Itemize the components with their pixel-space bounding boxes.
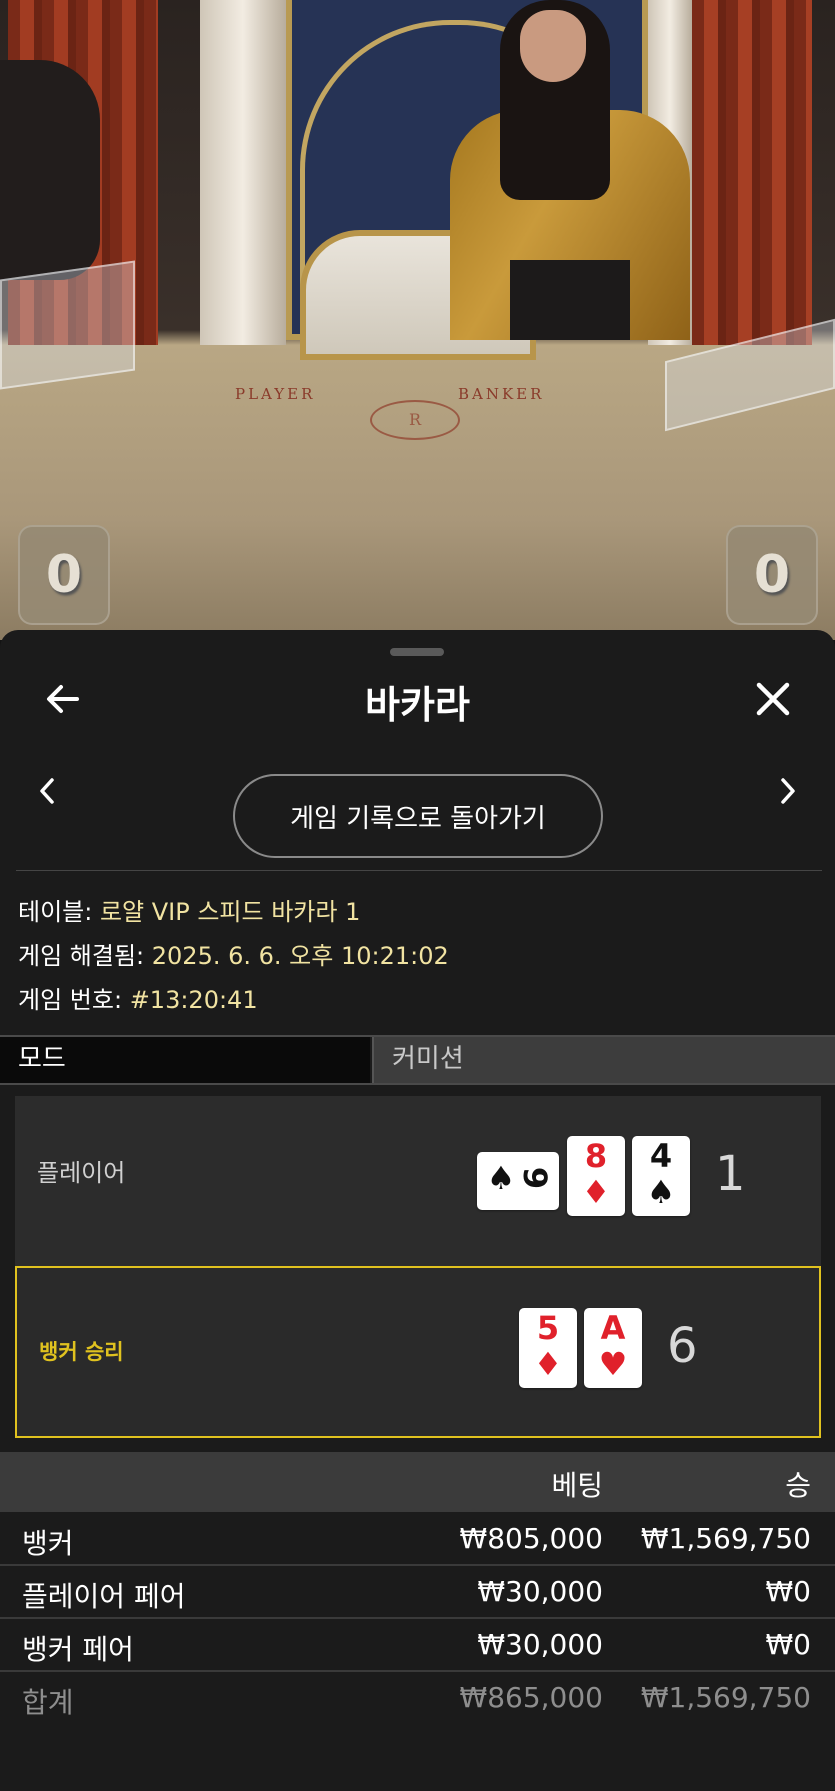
player-card-2: 8 ♦ <box>567 1136 625 1216</box>
win-column-header: 승 <box>785 1469 811 1502</box>
player-card-1-rank: 9 <box>516 1166 554 1190</box>
felt-banker-label: BANKER <box>458 385 545 403</box>
chevron-left-icon <box>37 776 57 810</box>
banker-card-1-suit: ♦ <box>533 1345 563 1383</box>
felt-player-label: PLAYER <box>235 385 316 403</box>
info-resolved-key: 게임 해결됨: <box>18 942 145 970</box>
tab-mode[interactable]: 모드 <box>0 1037 370 1083</box>
bet-amount: ₩30,000 <box>477 1575 603 1608</box>
tab-commission[interactable]: 커미션 <box>372 1037 835 1083</box>
player-card-3: 4 ♠ <box>632 1136 690 1216</box>
player-card-2-rank: 8 <box>584 1137 608 1175</box>
pillar-left <box>200 0 286 345</box>
info-table-value: 로얄 VIP 스피드 바카라 1 <box>99 898 361 926</box>
table-total-row: 합계 ₩865,000 ₩1,569,750 <box>0 1673 835 1725</box>
banker-hand-score: 6 <box>667 1318 698 1374</box>
info-number-value: #13:20:41 <box>129 986 258 1014</box>
total-label: 합계 <box>22 1686 74 1719</box>
info-table-key: 테이블: <box>18 898 93 926</box>
close-icon <box>753 679 793 723</box>
banker-card-2-rank: A <box>600 1309 626 1347</box>
sheet-drag-handle[interactable] <box>390 648 444 656</box>
banker-card-1-rank: 5 <box>536 1309 560 1347</box>
banker-card-2-suit: ♥ <box>598 1345 628 1383</box>
total-win-amount: ₩1,569,750 <box>640 1681 811 1714</box>
player-card-1: 9 ♠ <box>477 1152 559 1210</box>
banker-hand-row: 뱅커 승리 5 ♦ A ♥ 6 <box>15 1266 821 1438</box>
info-game-number: 게임 번호: #13:20:41 <box>18 980 258 1015</box>
game-history-sheet: 바카라 게임 기록으로 돌아가기 테이블: 로얄 VIP 스피드 바카라 1 게… <box>0 630 835 1791</box>
win-amount: ₩1,569,750 <box>640 1522 811 1555</box>
info-resolved-value: 2025. 6. 6. 오후 10:21:02 <box>151 942 449 970</box>
divider <box>16 870 822 871</box>
info-resolved: 게임 해결됨: 2025. 6. 6. 오후 10:21:02 <box>18 936 449 971</box>
banker-card-1: 5 ♦ <box>519 1308 577 1388</box>
dealer <box>450 0 690 340</box>
banker-win-label: 뱅커 승리 <box>39 1340 124 1364</box>
table-row: 뱅커 페어 ₩30,000 ₩0 <box>0 1620 835 1672</box>
player-card-1-suit: ♠ <box>486 1159 516 1197</box>
live-video-feed: PLAYER BANKER R 0 0 <box>0 0 835 640</box>
bet-column-header: 베팅 <box>551 1469 603 1502</box>
bet-name: 뱅커 <box>22 1527 74 1560</box>
banker-card-2: A ♥ <box>584 1308 642 1388</box>
player-card-3-rank: 4 <box>649 1137 673 1175</box>
total-bet-amount: ₩865,000 <box>459 1681 603 1714</box>
info-table: 테이블: 로얄 VIP 스피드 바카라 1 <box>18 892 360 927</box>
player-card-2-suit: ♦ <box>581 1173 611 1211</box>
bet-name: 뱅커 페어 <box>22 1633 134 1666</box>
curtain-right <box>692 0 812 345</box>
info-number-key: 게임 번호: <box>18 986 123 1014</box>
banker-score-display: 0 <box>726 525 818 625</box>
table-row: 뱅커 ₩805,000 ₩1,569,750 <box>0 1514 835 1566</box>
player-hand-row: 플레이어 9 ♠ 8 ♦ 4 ♠ 1 <box>15 1096 821 1268</box>
croupier-arm <box>0 60 100 280</box>
previous-game-button[interactable] <box>25 768 69 818</box>
bet-name: 플레이어 페어 <box>22 1580 186 1613</box>
bet-amount: ₩30,000 <box>477 1628 603 1661</box>
table-row: 플레이어 페어 ₩30,000 ₩0 <box>0 1567 835 1619</box>
player-score-display: 0 <box>18 525 110 625</box>
felt-logo: R <box>370 400 460 440</box>
page-title: 바카라 <box>365 683 470 727</box>
bets-table-header: 베팅 승 <box>0 1452 835 1512</box>
player-card-3-suit: ♠ <box>646 1173 676 1211</box>
player-hand-label: 플레이어 <box>37 1159 126 1187</box>
bet-amount: ₩805,000 <box>459 1522 603 1555</box>
win-amount: ₩0 <box>765 1575 812 1608</box>
player-hand-score: 1 <box>715 1146 746 1202</box>
back-to-history-button[interactable]: 게임 기록으로 돌아가기 <box>233 774 603 858</box>
win-amount: ₩0 <box>765 1628 812 1661</box>
close-button[interactable] <box>745 673 801 729</box>
chevron-right-icon <box>778 776 798 810</box>
card-shoe-left <box>0 260 135 390</box>
tab-bar: 모드 커미션 <box>0 1035 835 1085</box>
next-game-button[interactable] <box>766 768 810 818</box>
